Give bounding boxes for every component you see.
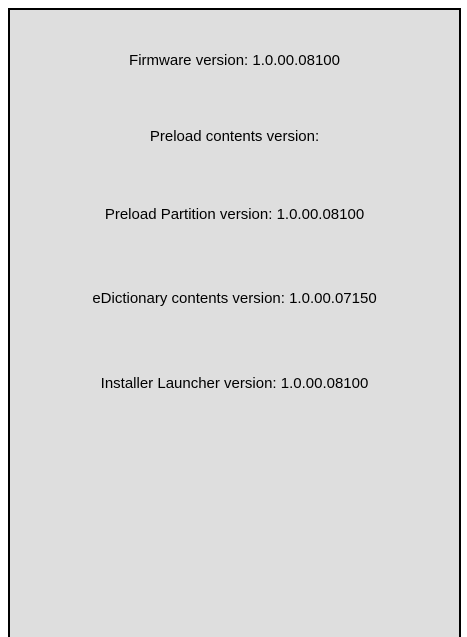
preload-contents-version-text: Preload contents version:: [149, 128, 320, 145]
firmware-version-text: Firmware version: 1.0.00.08100: [129, 52, 340, 69]
preload-partition-version-text: Preload Partition version: 1.0.00.08100: [104, 206, 365, 223]
version-info-panel: Firmware version: 1.0.00.08100 Preload c…: [8, 8, 461, 637]
installer-launcher-version-text: Installer Launcher version: 1.0.00.08100: [100, 375, 369, 392]
edictionary-contents-version-text: eDictionary contents version: 1.0.00.071…: [92, 290, 377, 307]
